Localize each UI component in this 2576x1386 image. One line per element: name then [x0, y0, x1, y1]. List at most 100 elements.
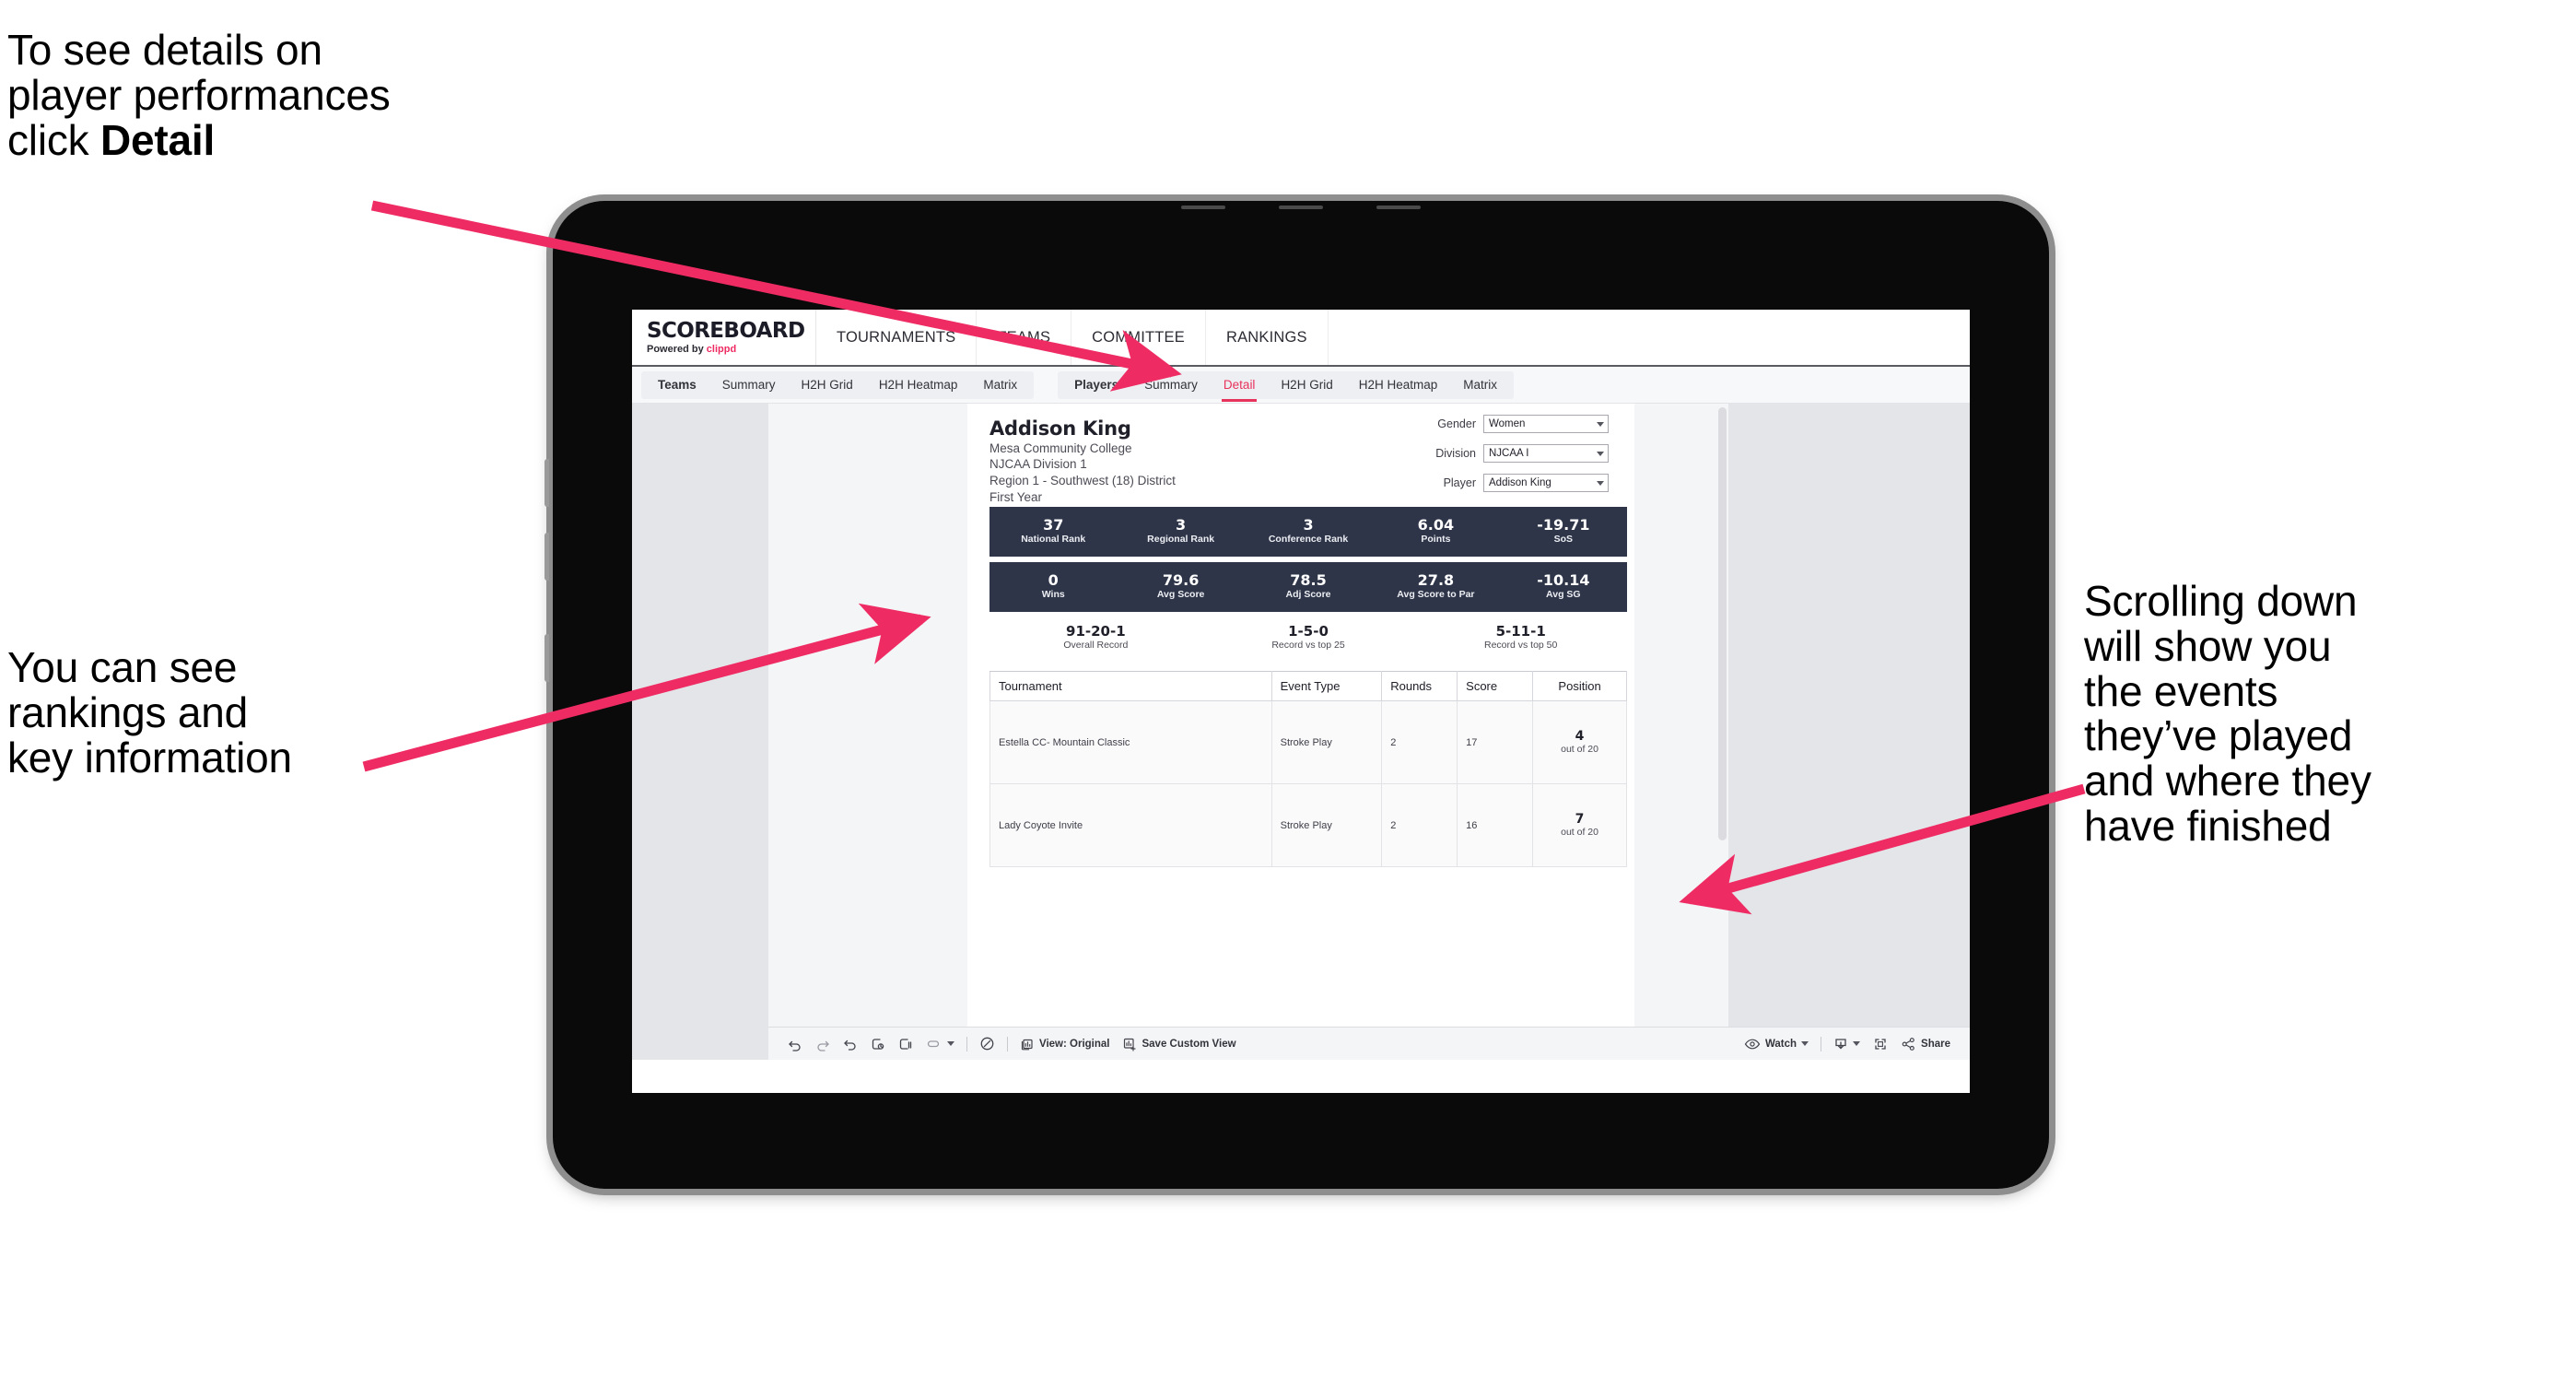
stat-avg-score-to-par: 27.8 Avg Score to Par [1372, 570, 1499, 602]
brand-logo[interactable]: SCOREBOARD Powered by clippd [632, 310, 816, 365]
stat-points: 6.04 Points [1372, 516, 1499, 546]
annotation-line: key information [7, 733, 292, 781]
bezel-speaker [1181, 204, 1421, 211]
clippd-name: clippd [706, 343, 737, 355]
tab-teams-matrix[interactable]: Matrix [970, 371, 1030, 399]
table-row[interactable]: Lady Coyote Invite Stroke Play 2 16 7 ou… [989, 783, 1627, 867]
tab-players-detail[interactable]: Detail [1211, 371, 1269, 402]
stat-value: 27.8 [1417, 570, 1455, 589]
pause-icon [898, 1037, 913, 1051]
column-header-score[interactable]: Score [1457, 671, 1534, 701]
filter-player-label: Player [1443, 476, 1476, 489]
nav-item-teams[interactable]: TEAMS [977, 310, 1072, 365]
stat-value: 0 [1048, 570, 1059, 589]
chevron-down-icon [1853, 1041, 1861, 1046]
column-header-rounds[interactable]: Rounds [1381, 671, 1458, 701]
watch-button[interactable]: Watch [1738, 1032, 1815, 1056]
tab-players-summary[interactable]: Summary [1131, 371, 1211, 399]
tab-teams[interactable]: Teams [645, 371, 709, 399]
view-icon [1020, 1037, 1035, 1051]
table-row[interactable]: Estella CC- Mountain Classic Stroke Play… [989, 700, 1627, 784]
cell-rounds: 2 [1381, 700, 1458, 784]
filter-division-select[interactable]: NJCAA I [1483, 444, 1609, 463]
annotation-line: You can see [7, 643, 238, 691]
annotation-text: click [7, 115, 101, 164]
filter-gender-select[interactable]: Women [1483, 415, 1609, 433]
tab-players-matrix[interactable]: Matrix [1450, 371, 1510, 399]
redo-button[interactable] [809, 1032, 837, 1056]
tab-players[interactable]: Players [1061, 371, 1131, 399]
stats-row-primary: 37 National Rank 3 Regional Rank 3 Confe… [989, 507, 1627, 557]
chevron-down-icon [947, 1041, 954, 1046]
stat-avg-score: 79.6 Avg Score [1117, 571, 1244, 602]
nav-item-rankings[interactable]: RANKINGS [1205, 310, 1329, 365]
tab-teams-h2h-heatmap[interactable]: H2H Heatmap [866, 371, 971, 399]
table-header-row: Tournament Event Type Rounds Score Posit… [989, 671, 1627, 701]
save-custom-view-button[interactable]: Save Custom View [1116, 1032, 1242, 1056]
redo-icon [815, 1037, 830, 1051]
refresh-button[interactable] [864, 1032, 892, 1056]
record-vs-top-25: 1-5-0 Record vs top 25 [1202, 623, 1415, 652]
column-header-position[interactable]: Position [1532, 671, 1627, 701]
watch-label: Watch [1764, 1038, 1797, 1050]
tab-players-h2h-heatmap[interactable]: H2H Heatmap [1346, 371, 1451, 399]
toolbar-divider [966, 1036, 967, 1051]
position-rank: 7 [1575, 811, 1585, 827]
stat-conference-rank: 3 Conference Rank [1245, 515, 1372, 546]
loop-button[interactable] [919, 1032, 961, 1056]
annotation-line: player performances [7, 70, 391, 119]
undo-button[interactable] [781, 1032, 809, 1056]
position-field-size: out of 20 [1561, 743, 1598, 755]
cell-position: 4 out of 20 [1532, 700, 1627, 784]
stat-label: Wins [1041, 589, 1065, 601]
annotation-line: have finished [2084, 801, 2332, 850]
vertical-scrollbar[interactable] [1718, 407, 1727, 840]
top-navigation: TOURNAMENTS TEAMS COMMITTEE RANKINGS [816, 310, 1329, 365]
teams-tab-group: Teams Summary H2H Grid H2H Heatmap Matri… [641, 370, 1035, 399]
cell-score: 16 [1457, 783, 1534, 867]
players-tab-group: Players Summary Detail H2H Grid H2H Heat… [1058, 370, 1514, 402]
tab-teams-summary[interactable]: Summary [709, 371, 789, 399]
chevron-down-icon [1597, 480, 1604, 486]
viz-toolbar: View: Original Save Custom View Watch Sh… [768, 1027, 1970, 1060]
tablet-device-frame: SCOREBOARD Powered by clippd TOURNAMENTS… [544, 201, 2049, 1189]
stat-label: SoS [1553, 534, 1574, 546]
download-button[interactable] [1827, 1032, 1867, 1056]
record-overall: 91-20-1 Overall Record [989, 623, 1202, 652]
tab-teams-h2h-grid[interactable]: H2H Grid [789, 371, 866, 399]
nav-item-committee[interactable]: COMMITTEE [1071, 310, 1206, 365]
column-header-event-type[interactable]: Event Type [1270, 671, 1383, 701]
view-original-button[interactable]: View: Original [1013, 1032, 1116, 1056]
position-rank: 4 [1575, 728, 1585, 744]
fullscreen-icon [1873, 1037, 1888, 1051]
powered-by-text: Powered by [647, 343, 707, 355]
stat-label: Avg SG [1546, 589, 1581, 601]
record-label: Record vs top 50 [1483, 640, 1558, 652]
annotation-line: and where they [2084, 757, 2371, 805]
filter-gender-label: Gender [1437, 417, 1476, 430]
annotation-line: they’ve played [2084, 711, 2353, 760]
fullscreen-button[interactable] [1867, 1032, 1894, 1056]
cell-tournament: Estella CC- Mountain Classic [989, 700, 1272, 784]
revert-button[interactable] [837, 1032, 864, 1056]
record-label: Record vs top 25 [1271, 640, 1345, 652]
download-icon [1833, 1037, 1848, 1051]
stat-avg-sg: -10.14 Avg SG [1500, 571, 1627, 602]
visualization-area: Addison King Mesa Community College NJCA… [632, 404, 1970, 1060]
highlight-icon [979, 1036, 995, 1051]
stat-value: -19.71 [1537, 515, 1590, 534]
highlight-button[interactable] [973, 1032, 1001, 1056]
chevron-down-icon [1597, 451, 1604, 456]
stat-value: 3 [1303, 515, 1314, 534]
pause-button[interactable] [892, 1032, 919, 1056]
filter-player-select[interactable]: Addison King [1483, 474, 1609, 492]
stat-sos: -19.71 SoS [1500, 515, 1627, 546]
device-side-button [544, 634, 549, 682]
stat-label: Avg Score [1156, 589, 1205, 601]
tab-players-h2h-grid[interactable]: H2H Grid [1268, 371, 1345, 399]
column-header-tournament[interactable]: Tournament [989, 671, 1272, 701]
share-button[interactable]: Share [1894, 1032, 1957, 1056]
nav-item-tournaments[interactable]: TOURNAMENTS [816, 310, 978, 365]
filter-division: Division NJCAA I [1406, 444, 1609, 463]
filter-gender-value: Women [1489, 418, 1526, 429]
